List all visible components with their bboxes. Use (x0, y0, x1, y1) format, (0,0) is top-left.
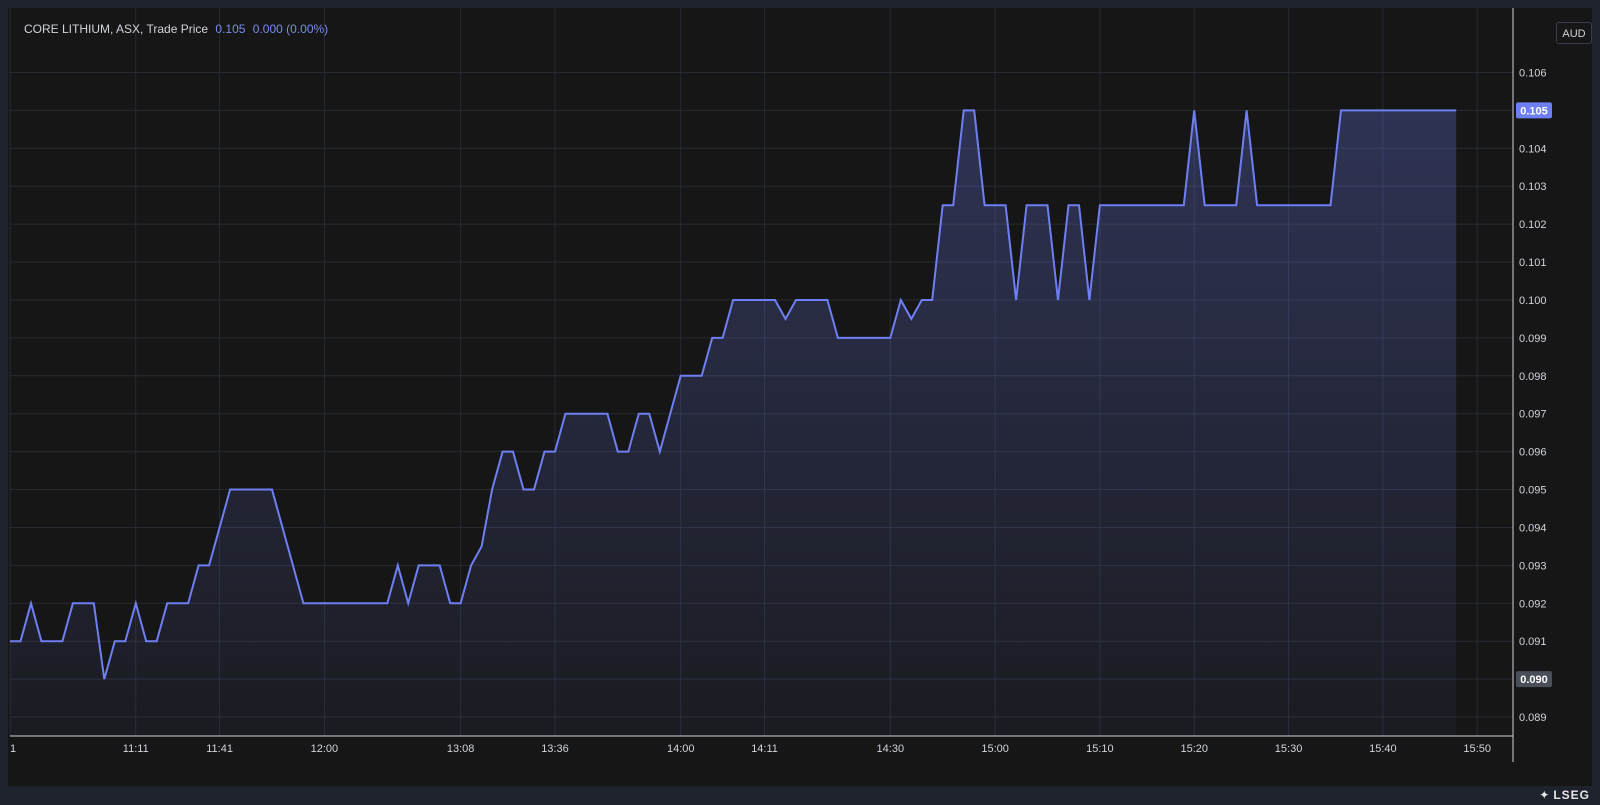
x-tick-label: 15:20 (1180, 743, 1208, 755)
brand-name: LSEG (1553, 788, 1590, 802)
x-tick-label: 15:00 (981, 743, 1009, 755)
x-tick-label: 12:00 (311, 743, 339, 755)
y-tick-label: 0.095 (1519, 485, 1547, 497)
x-tick-label: 1 (10, 743, 16, 755)
y-tick-label: 0.096 (1519, 447, 1547, 459)
brand-logo: ✦ LSEG (1539, 788, 1590, 802)
y-tick-label: 0.100 (1519, 295, 1547, 307)
y-tick-label: 0.106 (1519, 67, 1547, 79)
x-tick-label: 15:30 (1275, 743, 1303, 755)
x-tick-label: 14:30 (877, 743, 905, 755)
lseg-logo-icon: ✦ (1539, 788, 1551, 802)
y-tick-label: 0.101 (1519, 257, 1547, 269)
currency-button[interactable]: AUD (1556, 22, 1592, 44)
chart-legend: CORE LITHIUM, ASX, Trade Price 0.105 0.0… (24, 22, 328, 36)
x-tick-label: 14:11 (751, 743, 778, 755)
y-tick-label: 0.103 (1519, 181, 1547, 193)
y-tick-label: 0.097 (1519, 409, 1547, 421)
area-fill-layer (10, 110, 1457, 736)
price-chart[interactable]: 0.089 0.090 0.091 0.092 0.093 0.094 0.095 0.096… (8, 8, 1592, 786)
last-price-value: 0.105 (215, 22, 246, 36)
chart-frame: 0.089 0.090 0.091 0.092 0.093 0.094 0.095 0.096… (8, 8, 1592, 786)
y-tick-label: 0.091 (1519, 636, 1547, 648)
y-tick-label: 0.102 (1519, 219, 1547, 231)
footer-bar: ✦ LSEG (0, 786, 1600, 805)
low-price-tag-text: 0.090 (1520, 674, 1548, 686)
x-tick-label: 13:08 (447, 743, 475, 755)
x-tick-label: 11:41 (206, 743, 233, 755)
y-tick-label: 0.104 (1519, 143, 1547, 155)
series-area-fill (10, 110, 1457, 736)
x-tick-label: 13:36 (541, 743, 569, 755)
y-tick-label: 0.099 (1519, 333, 1547, 345)
price-change-value: 0.000 (0.00%) (252, 22, 329, 36)
x-tick-label: 11:11 (123, 743, 149, 755)
x-tick-label: 15:10 (1086, 743, 1114, 755)
instrument-label: CORE LITHIUM, ASX, Trade Price (24, 22, 209, 36)
x-tick-label: 15:40 (1369, 743, 1397, 755)
y-tick-label: 0.093 (1519, 560, 1547, 572)
y-tick-label: 0.098 (1519, 371, 1547, 383)
x-tick-label: 14:00 (667, 743, 695, 755)
y-tick-label: 0.089 (1519, 712, 1547, 724)
last-price-tag-text: 0.105 (1520, 105, 1548, 117)
x-tick-label: 15:50 (1463, 743, 1491, 755)
y-axis-ticks: 0.089 0.090 0.091 0.092 0.093 0.094 0.095 0.096… (1519, 67, 1547, 724)
x-axis-ticks: 1 11:11 11:41 12:00 13:08 13:36 14:00 14:11 14:3… (10, 743, 1491, 755)
y-tick-label: 0.092 (1519, 598, 1547, 610)
y-tick-label: 0.094 (1519, 522, 1547, 534)
